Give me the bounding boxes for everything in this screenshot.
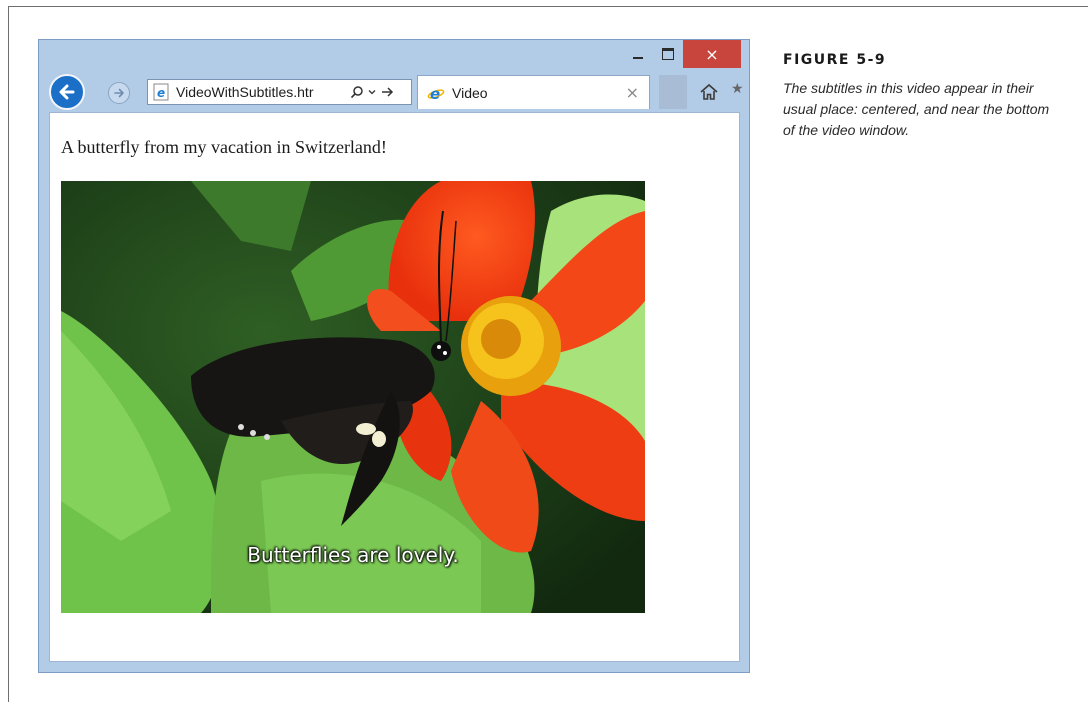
tab-video[interactable]: e Video ×: [417, 75, 650, 109]
ie-page-icon: e: [153, 83, 169, 101]
ie-tab-icon: e: [427, 85, 445, 103]
close-window-button[interactable]: ×: [683, 40, 741, 68]
page-frame-left: [8, 6, 9, 702]
figure-caption: FIGURE 5-9 The subtitles in this video a…: [783, 52, 1063, 141]
back-button[interactable]: [49, 74, 85, 110]
maximize-icon[interactable]: [653, 40, 683, 68]
video-subtitle: Butterflies are lovely.: [247, 543, 459, 567]
minimize-icon[interactable]: [623, 40, 653, 68]
favorites-icon[interactable]: ★: [731, 80, 747, 104]
browser-window: × e VideoWithSubtitles.htr e Video × ★ A…: [38, 39, 750, 673]
search-icon[interactable]: [350, 85, 364, 99]
new-tab-button[interactable]: [659, 75, 687, 109]
window-controls: ×: [623, 40, 741, 68]
close-icon: ×: [705, 44, 719, 64]
back-icon: [59, 84, 75, 100]
address-bar[interactable]: e VideoWithSubtitles.htr: [147, 79, 412, 105]
forward-button[interactable]: [108, 82, 130, 104]
address-tools: [350, 85, 394, 99]
go-icon[interactable]: [380, 85, 394, 99]
intro-text: A butterfly from my vacation in Switzerl…: [61, 137, 387, 157]
page-content: A butterfly from my vacation in Switzerl…: [49, 112, 740, 662]
video-player[interactable]: Butterflies are lovely.: [61, 181, 645, 613]
dropdown-icon[interactable]: [368, 88, 376, 96]
tab-close-icon[interactable]: ×: [626, 83, 639, 102]
browser-toolbar: e VideoWithSubtitles.htr e Video × ★: [39, 70, 749, 112]
forward-icon: [114, 88, 124, 98]
svg-text:e: e: [430, 85, 440, 103]
tab-label: Video: [452, 84, 488, 101]
home-icon[interactable]: [697, 80, 721, 104]
svg-text:e: e: [157, 86, 165, 100]
figure-label: FIGURE 5-9: [783, 52, 887, 68]
address-text: VideoWithSubtitles.htr: [176, 84, 314, 100]
page-frame-top: [8, 6, 1088, 7]
figure-text: The subtitles in this video appear in th…: [783, 80, 1050, 138]
